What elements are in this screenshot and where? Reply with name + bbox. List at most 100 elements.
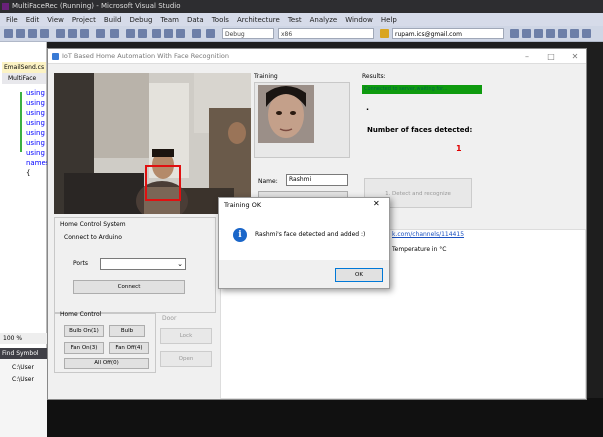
step-over-icon[interactable] [206, 29, 215, 38]
stop-icon[interactable] [176, 29, 185, 38]
ports-select[interactable]: ⌄ [100, 258, 186, 270]
app-title-bar: IoT Based Home Automation With Face Reco… [48, 49, 586, 64]
menu-view[interactable]: View [43, 16, 68, 24]
info-icon: i [233, 228, 247, 242]
faces-count-value: 1 [456, 144, 462, 153]
save-icon[interactable] [28, 29, 37, 38]
home-control-system-label: Home Control System [60, 221, 126, 228]
training-ok-dialog: Training OK ✕ i Rashmi's face detected a… [218, 197, 390, 289]
vs-toolbar: Debug x86 rupam.ics@gmail.com [0, 26, 603, 42]
debug-config-combo[interactable]: Debug [222, 28, 274, 39]
step-icon[interactable] [192, 29, 201, 38]
start-icon[interactable] [152, 29, 161, 38]
new-project-icon[interactable] [4, 29, 13, 38]
training-panel [254, 82, 350, 158]
face-detection-box [145, 165, 181, 201]
toolbar-icon-6[interactable] [570, 29, 579, 38]
menu-team[interactable]: Team [156, 16, 183, 24]
bulb-on-button[interactable]: Bulb On(1) [64, 325, 104, 337]
menu-tools[interactable]: Tools [208, 16, 233, 24]
name-input[interactable]: Rashmi [286, 174, 348, 186]
pause-icon[interactable] [164, 29, 173, 38]
menu-data[interactable]: Data [183, 16, 208, 24]
code-line: using [26, 119, 45, 127]
open-icon[interactable] [16, 29, 25, 38]
camera-feed [54, 73, 251, 214]
vs-status-area [47, 398, 603, 437]
door-label: Door [162, 315, 177, 322]
menu-build[interactable]: Build [100, 16, 126, 24]
vs-title-bar: MultiFaceRec (Running) - Microsoft Visua… [0, 0, 603, 13]
save-all-icon[interactable] [40, 29, 49, 38]
tab-emailsend[interactable]: EmailSend.cs [2, 62, 46, 73]
code-line: using [26, 129, 45, 137]
code-line: using [26, 149, 45, 157]
toolbar-icon-5[interactable] [558, 29, 567, 38]
menu-analyze[interactable]: Analyze [306, 16, 342, 24]
find-icon[interactable] [380, 29, 389, 38]
name-label: Name: [258, 178, 278, 185]
menu-architecture[interactable]: Architecture [233, 16, 284, 24]
code-line: using [26, 89, 45, 97]
tab-multiface[interactable]: MultiFace [2, 73, 46, 84]
undo-icon[interactable] [96, 29, 105, 38]
close-icon[interactable]: ✕ [566, 49, 584, 64]
menu-debug[interactable]: Debug [125, 16, 156, 24]
menu-test[interactable]: Test [284, 16, 306, 24]
dialog-title: Training OK [224, 201, 262, 209]
connect-arduino-label: Connect to Arduino [64, 234, 122, 241]
menu-edit[interactable]: Edit [22, 16, 44, 24]
find-result-row[interactable]: C:\User [12, 364, 34, 371]
zoom-level[interactable]: 100 % [0, 333, 47, 344]
menu-project[interactable]: Project [68, 16, 100, 24]
menu-window[interactable]: Window [341, 16, 377, 24]
redo-icon[interactable] [110, 29, 119, 38]
account-combo[interactable]: rupam.ics@gmail.com [392, 28, 504, 39]
toolbar-icon-7[interactable] [582, 29, 591, 38]
ports-label: Ports [73, 260, 89, 267]
dialog-close-icon[interactable]: ✕ [373, 199, 380, 208]
find-symbol-title: Find Symbol [0, 348, 47, 359]
find-symbol-panel [0, 348, 47, 437]
vs-menu-bar: File Edit View Project Build Debug Team … [0, 13, 603, 26]
toolbar-icon-2[interactable] [522, 29, 531, 38]
fan-off-button[interactable]: Fan Off(4) [109, 342, 149, 354]
code-line: using [26, 99, 45, 107]
thingspeak-link[interactable]: k.com/channels/114415 [392, 231, 464, 238]
toolbar-icon-4[interactable] [546, 29, 555, 38]
copy-icon[interactable] [68, 29, 77, 38]
nav-back-icon[interactable] [126, 29, 135, 38]
temperature-label: Temperature in °C [392, 246, 447, 253]
toolbar-icon-1[interactable] [510, 29, 519, 38]
app-title-text: IoT Based Home Automation With Face Reco… [62, 52, 230, 60]
connect-button[interactable]: Connect [73, 280, 185, 294]
menu-help[interactable]: Help [377, 16, 401, 24]
nav-forward-icon[interactable] [138, 29, 147, 38]
app-icon [52, 53, 59, 60]
code-line: using [26, 139, 45, 147]
ok-button[interactable]: OK [335, 268, 383, 282]
home-control-label: Home Control [60, 311, 102, 318]
find-result-row[interactable]: C:\User [12, 376, 34, 383]
door-lock-button[interactable]: Lock [160, 328, 212, 344]
maximize-icon[interactable]: □ [542, 49, 560, 64]
dot-text: . [366, 103, 370, 112]
vs-logo-icon [2, 3, 9, 10]
bulb-button[interactable]: Bulb [109, 325, 145, 337]
change-indicator [20, 92, 22, 152]
platform-combo[interactable]: x86 [278, 28, 374, 39]
training-face-image [258, 85, 314, 143]
toolbar-icon-3[interactable] [534, 29, 543, 38]
fan-on-button[interactable]: Fan On(3) [64, 342, 104, 354]
cut-icon[interactable] [56, 29, 65, 38]
dialog-body: i Rashmi's face detected and added :) [219, 212, 389, 260]
paste-icon[interactable] [80, 29, 89, 38]
door-open-button[interactable]: Open [160, 351, 212, 367]
minimize-icon[interactable]: – [518, 49, 536, 64]
dialog-message: Rashmi's face detected and added :) [255, 231, 366, 238]
all-off-button[interactable]: All Off(0) [64, 358, 149, 369]
status-bar: Connected to server,waiting for... [362, 85, 482, 94]
results-label: Results: [362, 73, 386, 80]
menu-file[interactable]: File [2, 16, 22, 24]
code-line: using [26, 109, 45, 117]
